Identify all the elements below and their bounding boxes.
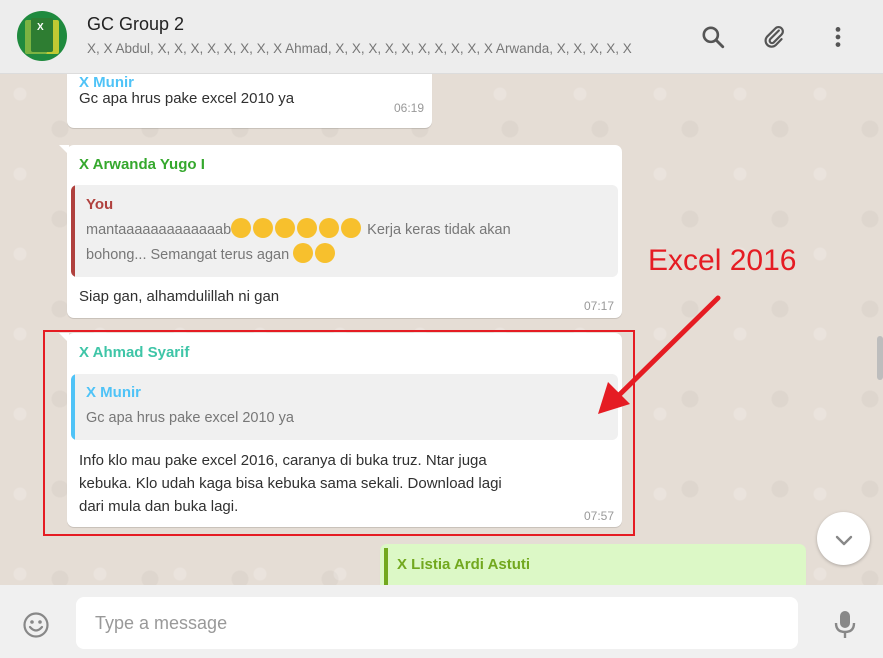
rofl-emoji-icon <box>275 218 296 238</box>
message-bubble[interactable]: X Listia Ardi Astuti <box>380 544 806 585</box>
laugh-emoji-icon <box>297 218 318 238</box>
menu-dots-icon[interactable] <box>825 24 851 50</box>
quote-text: mantaaaaaaaaaaaaab Kerja keras tidak aka… <box>86 218 511 268</box>
emoji-icon[interactable] <box>22 611 50 639</box>
composer-bar <box>0 585 883 658</box>
message-sender: X Listia Ardi Astuti <box>397 556 531 573</box>
message-text: Siap gan, alhamdulillah ni gan <box>79 288 280 305</box>
chevron-down-icon <box>835 535 853 546</box>
quote-bar <box>384 548 388 585</box>
excel-logo-icon: X <box>31 18 53 52</box>
mic-icon[interactable] <box>832 609 858 639</box>
paperclip-icon[interactable] <box>761 24 787 50</box>
chat-header: X GC Group 2 X, X Abdul, X, X, X, X, X, … <box>0 0 883 74</box>
chat-title[interactable]: GC Group 2 <box>87 14 184 35</box>
search-icon[interactable] <box>700 24 726 50</box>
grin-emoji-icon <box>231 218 252 238</box>
hugging-emoji-icon <box>315 243 336 263</box>
message-bubble[interactable]: X Munir Gc apa hrus pake excel 2010 ya 0… <box>67 74 432 128</box>
chat-area[interactable]: X Munir Gc apa hrus pake excel 2010 ya 0… <box>0 74 883 585</box>
message-input[interactable] <box>76 597 798 649</box>
grin-emoji-icon <box>319 218 340 238</box>
halo-emoji-icon <box>341 218 362 238</box>
message-bubble[interactable]: X Arwanda Yugo I You mantaaaaaaaaaaaaab … <box>59 145 622 318</box>
annotation-label: Excel 2016 <box>648 244 797 277</box>
message-text: Gc apa hrus pake excel 2010 ya <box>79 90 295 107</box>
message-sender: X Arwanda Yugo I <box>79 156 205 173</box>
chat-scrollbar[interactable] <box>877 336 883 380</box>
group-avatar[interactable]: X <box>17 11 67 61</box>
quote-bar <box>71 185 75 277</box>
quote-sender: You <box>86 196 114 213</box>
flexed-biceps-emoji-icon <box>293 243 314 263</box>
laugh-emoji-icon <box>253 218 274 238</box>
scroll-down-button[interactable] <box>817 512 870 565</box>
annotation-arrow-icon <box>598 295 721 414</box>
quoted-message[interactable]: You mantaaaaaaaaaaaaab Kerja keras tidak… <box>71 185 618 277</box>
participants-list[interactable]: X, X Abdul, X, X, X, X, X, X, X, X Ahmad… <box>87 41 667 56</box>
highlight-box <box>43 330 635 536</box>
message-time: 06:19 <box>393 101 424 115</box>
